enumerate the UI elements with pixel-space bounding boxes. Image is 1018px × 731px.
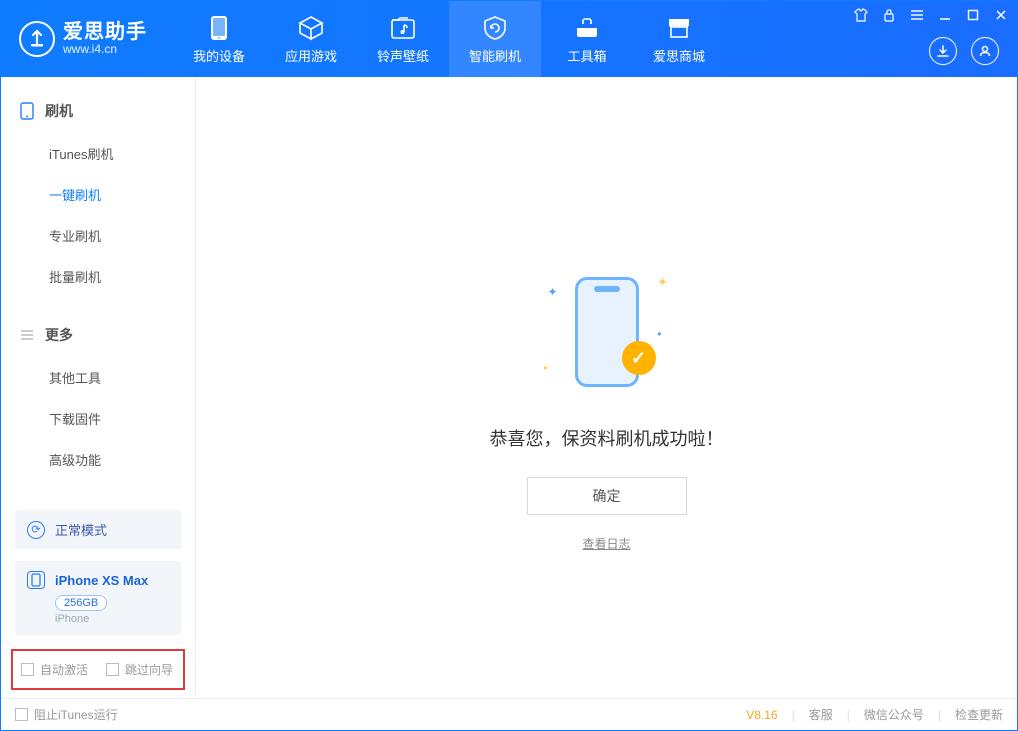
bottom-options-highlight: 自动激活 跳过向导: [11, 649, 185, 690]
logo: 爱思助手 www.i4.cn: [1, 1, 165, 77]
sparkle-icon: ✦: [548, 285, 558, 299]
nav-tabs: 我的设备 应用游戏 铃声壁纸 智能刷机 工具箱 爱思商城: [173, 1, 725, 77]
toolbox-icon: [573, 14, 601, 42]
menu-icon[interactable]: [909, 7, 925, 23]
list-icon: [19, 327, 35, 343]
tab-my-device[interactable]: 我的设备: [173, 1, 265, 77]
sparkle-icon: •: [657, 327, 661, 341]
mode-card[interactable]: ⟳ 正常模式: [15, 510, 181, 549]
footer: 阻止iTunes运行 V8.16 | 客服 | 微信公众号 | 检查更新: [1, 698, 1017, 730]
tab-store[interactable]: 爱思商城: [633, 1, 725, 77]
sidebar-item-other-tools[interactable]: 其他工具: [1, 357, 195, 398]
version-label: V8.16: [746, 708, 777, 722]
device-icon: [19, 103, 35, 119]
sidebar-heading-flash: 刷机: [1, 93, 195, 129]
window-controls: [853, 7, 1009, 23]
sidebar-section-more: 更多 其他工具 下载固件 高级功能: [1, 301, 195, 484]
success-illustration: ✦ ✦ • • ✓: [542, 267, 672, 397]
checkbox-skip-guide[interactable]: 跳过向导: [106, 661, 173, 678]
tab-label: 应用游戏: [285, 46, 337, 65]
music-folder-icon: [389, 14, 417, 42]
header-actions: [929, 37, 999, 65]
checkbox-label: 阻止iTunes运行: [34, 706, 118, 723]
wechat-link[interactable]: 微信公众号: [864, 706, 924, 723]
shirt-icon[interactable]: [853, 7, 869, 23]
check-update-link[interactable]: 检查更新: [955, 706, 1003, 723]
mode-icon: ⟳: [27, 521, 45, 539]
tab-ringtones[interactable]: 铃声壁纸: [357, 1, 449, 77]
check-badge-icon: ✓: [622, 341, 656, 375]
view-log-link[interactable]: 查看日志: [582, 535, 630, 552]
checkbox-icon: [21, 663, 34, 676]
body: 刷机 iTunes刷机 一键刷机 专业刷机 批量刷机 更多 其他工具 下载固件: [1, 77, 1017, 698]
sparkle-icon: •: [544, 361, 548, 375]
close-button[interactable]: [993, 7, 1009, 23]
tab-label: 铃声壁纸: [377, 46, 429, 65]
user-button[interactable]: [971, 37, 999, 65]
device-card[interactable]: iPhone XS Max 256GB iPhone: [15, 561, 181, 635]
sidebar-heading-label: 更多: [45, 325, 73, 345]
sidebar-section-flash: 刷机 iTunes刷机 一键刷机 专业刷机 批量刷机: [1, 77, 195, 301]
lock-icon[interactable]: [881, 7, 897, 23]
checkbox-auto-activate[interactable]: 自动激活: [21, 661, 88, 678]
logo-icon: [19, 21, 55, 57]
tab-flash[interactable]: 智能刷机: [449, 1, 541, 77]
checkbox-stop-itunes[interactable]: 阻止iTunes运行: [15, 706, 118, 723]
checkbox-label: 自动激活: [40, 661, 88, 678]
tab-label: 我的设备: [193, 46, 245, 65]
tab-toolbox[interactable]: 工具箱: [541, 1, 633, 77]
device-name: iPhone XS Max: [55, 573, 148, 588]
sidebar-heading-label: 刷机: [45, 101, 73, 121]
refresh-shield-icon: [481, 14, 509, 42]
tab-label: 智能刷机: [469, 46, 521, 65]
app-url: www.i4.cn: [63, 43, 147, 56]
app-title: 爱思助手: [63, 21, 147, 43]
app-window: 爱思助手 www.i4.cn 我的设备 应用游戏 铃声壁纸 智能刷机: [0, 0, 1018, 731]
sidebar-heading-more: 更多: [1, 317, 195, 353]
main-content: ✦ ✦ • • ✓ 恭喜您，保资料刷机成功啦！ 确定 查看日志: [196, 77, 1017, 698]
download-button[interactable]: [929, 37, 957, 65]
device-storage: 256GB: [55, 595, 107, 611]
device-type: iPhone: [55, 613, 169, 625]
checkbox-icon: [106, 663, 119, 676]
tab-apps[interactable]: 应用游戏: [265, 1, 357, 77]
support-link[interactable]: 客服: [809, 706, 833, 723]
minimize-button[interactable]: [937, 7, 953, 23]
header: 爱思助手 www.i4.cn 我的设备 应用游戏 铃声壁纸 智能刷机: [1, 1, 1017, 77]
maximize-button[interactable]: [965, 7, 981, 23]
sparkle-icon: ✦: [657, 275, 667, 289]
checkbox-label: 跳过向导: [125, 661, 173, 678]
store-icon: [665, 14, 693, 42]
ok-button[interactable]: 确定: [527, 477, 687, 515]
tab-label: 工具箱: [567, 46, 606, 65]
tab-label: 爱思商城: [653, 46, 705, 65]
sidebar: 刷机 iTunes刷机 一键刷机 专业刷机 批量刷机 更多 其他工具 下载固件: [1, 77, 196, 698]
sidebar-item-batch-flash[interactable]: 批量刷机: [1, 256, 195, 297]
sidebar-item-download-firmware[interactable]: 下载固件: [1, 398, 195, 439]
device-phone-icon: [27, 571, 45, 589]
mode-label: 正常模式: [55, 520, 107, 539]
success-message: 恭喜您，保资料刷机成功啦！: [490, 425, 724, 451]
phone-icon: [205, 14, 233, 42]
sidebar-item-oneclick-flash[interactable]: 一键刷机: [1, 174, 195, 215]
sidebar-item-pro-flash[interactable]: 专业刷机: [1, 215, 195, 256]
cube-icon: [297, 14, 325, 42]
checkbox-icon: [15, 708, 28, 721]
sidebar-item-advanced[interactable]: 高级功能: [1, 439, 195, 480]
sidebar-item-itunes-flash[interactable]: iTunes刷机: [1, 133, 195, 174]
